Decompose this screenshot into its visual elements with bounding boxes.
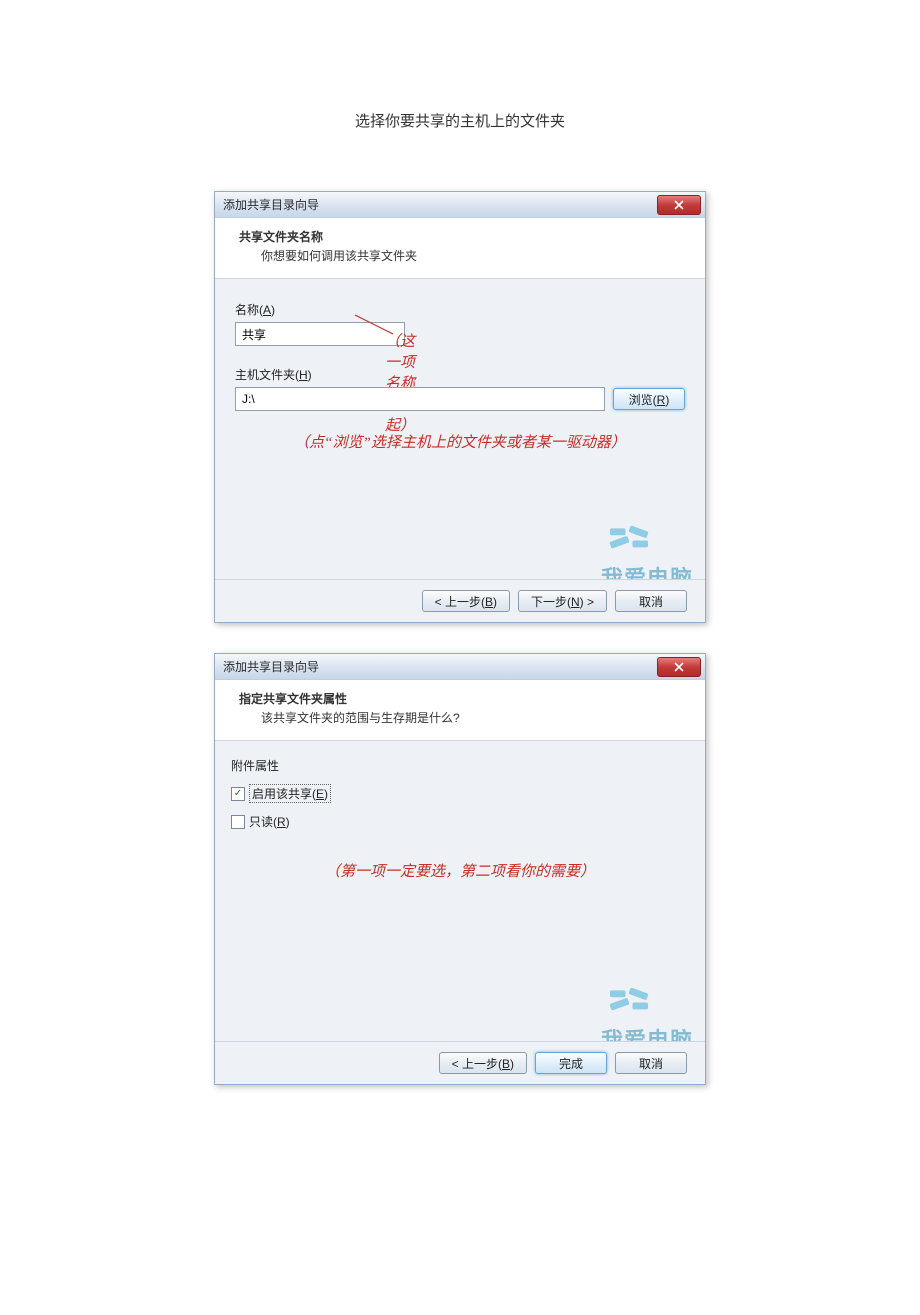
- enable-share-row[interactable]: 启用该共享(E): [231, 784, 689, 803]
- watermark-logo-icon: [603, 973, 655, 1025]
- cancel-button[interactable]: 取消: [615, 590, 687, 612]
- browse-annotation: （点“浏览”选择主机上的文件夹或者某一驱动器）: [235, 431, 685, 452]
- wizard-header: 指定共享文件夹属性 该共享文件夹的范围与生存期是什么?: [215, 680, 705, 741]
- back-button[interactable]: < 上一步(B): [422, 590, 510, 612]
- next-button[interactable]: 下一步(N) >: [518, 590, 607, 612]
- close-icon: [674, 662, 684, 672]
- wizard-header: 共享文件夹名称 你想要如何调用该共享文件夹: [215, 218, 705, 279]
- name-label: 名称(A): [235, 301, 405, 318]
- window-title: 添加共享目录向导: [223, 658, 319, 675]
- cancel-button[interactable]: 取消: [615, 1052, 687, 1074]
- wizard-header-subtitle: 该共享文件夹的范围与生存期是什么?: [239, 709, 681, 726]
- titlebar: 添加共享目录向导: [215, 654, 705, 680]
- attributes-title: 附件属性: [231, 757, 689, 774]
- watermark-logo-icon: [603, 511, 655, 563]
- titlebar: 添加共享目录向导: [215, 192, 705, 218]
- wizard-header-title: 共享文件夹名称: [239, 228, 681, 245]
- name-input[interactable]: [235, 322, 405, 346]
- wizard-header-title: 指定共享文件夹属性: [239, 690, 681, 707]
- close-button[interactable]: [657, 657, 701, 677]
- attributes-annotation: （第一项一定要选，第二项看你的需要）: [231, 860, 689, 881]
- readonly-checkbox[interactable]: [231, 815, 245, 829]
- enable-share-checkbox[interactable]: [231, 787, 245, 801]
- wizard-dialog-2: 添加共享目录向导 指定共享文件夹属性 该共享文件夹的范围与生存期是什么? 附件属…: [214, 653, 706, 1085]
- host-folder-label: 主机文件夹(H): [235, 366, 685, 383]
- wizard-footer: < 上一步(B) 完成 取消: [215, 1041, 705, 1084]
- close-button[interactable]: [657, 195, 701, 215]
- enable-share-label: 启用该共享(E): [249, 784, 331, 803]
- host-folder-input[interactable]: [235, 387, 605, 411]
- wizard-footer: < 上一步(B) 下一步(N) > 取消: [215, 579, 705, 622]
- window-title: 添加共享目录向导: [223, 196, 319, 213]
- close-icon: [674, 200, 684, 210]
- page-caption: 选择你要共享的主机上的文件夹: [214, 110, 706, 131]
- readonly-row[interactable]: 只读(R): [231, 813, 689, 830]
- finish-button[interactable]: 完成: [535, 1052, 607, 1074]
- back-button[interactable]: < 上一步(B): [439, 1052, 527, 1074]
- wizard-dialog-1: 添加共享目录向导 共享文件夹名称 你想要如何调用该共享文件夹 名称(A) （这一…: [214, 191, 706, 623]
- wizard-header-subtitle: 你想要如何调用该共享文件夹: [239, 247, 681, 264]
- readonly-label: 只读(R): [249, 813, 290, 830]
- browse-button[interactable]: 浏览(R): [613, 388, 685, 410]
